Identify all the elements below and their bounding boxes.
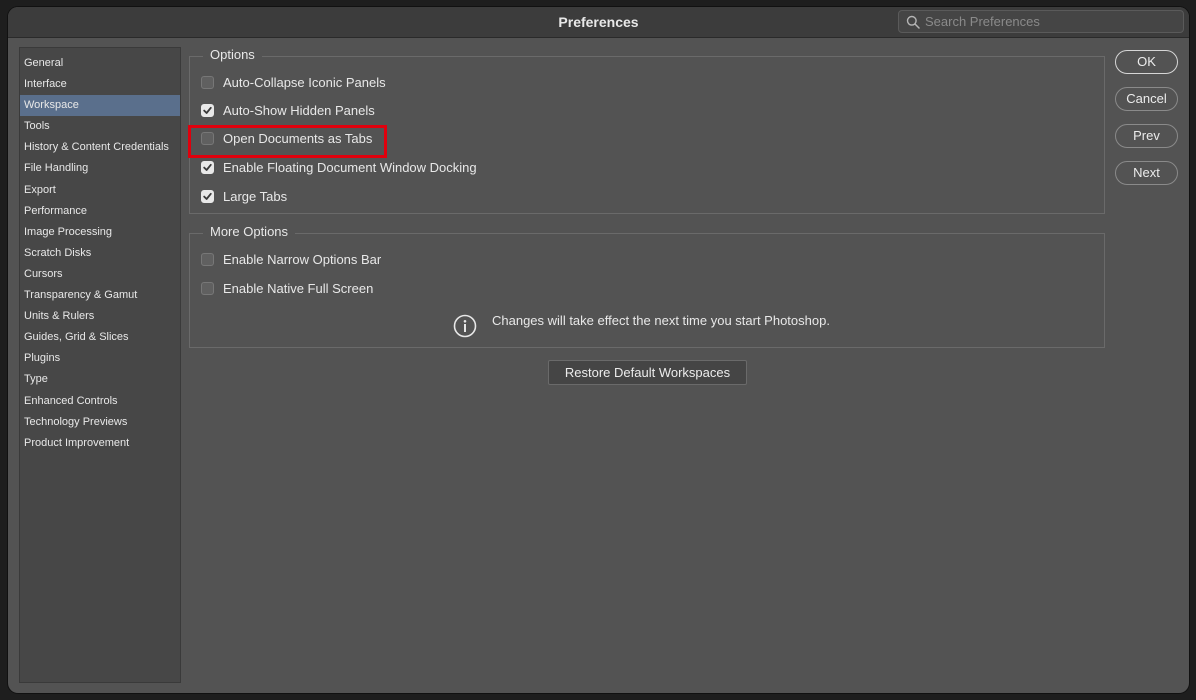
sidebar-item-image-processing[interactable]: Image Processing <box>20 222 180 243</box>
ok-button[interactable]: OK <box>1115 50 1178 74</box>
info-icon <box>453 314 477 338</box>
enable-native-full-screen-label: Enable Native Full Screen <box>223 281 374 296</box>
options-group: Options Auto-Collapse Iconic Panels Auto-… <box>189 47 1105 214</box>
sidebar-item-performance[interactable]: Performance <box>20 201 180 222</box>
sidebar-item-file-handling[interactable]: File Handling <box>20 158 180 179</box>
options-legend: Options <box>203 47 262 62</box>
enable-floating-document-window-docking-label: Enable Floating Document Window Docking <box>223 160 477 175</box>
enable-narrow-options-bar-checkbox[interactable] <box>201 253 214 266</box>
sidebar-item-history-content-credentials[interactable]: History & Content Credentials <box>20 137 180 158</box>
sidebar-item-units-rulers[interactable]: Units & Rulers <box>20 306 180 327</box>
sidebar-item-workspace[interactable]: Workspace <box>20 95 180 117</box>
sidebar-item-enhanced-controls[interactable]: Enhanced Controls <box>20 391 180 412</box>
sidebar-item-product-improvement[interactable]: Product Improvement <box>20 433 180 454</box>
sidebar-item-tools[interactable]: Tools <box>20 116 180 137</box>
checkmark-icon <box>203 192 212 200</box>
open-documents-as-tabs-checkbox[interactable] <box>201 132 214 145</box>
large-tabs-checkbox[interactable] <box>201 190 214 203</box>
more-options-group: More Options Enable Narrow Options Bar En… <box>189 224 1105 348</box>
enable-floating-document-window-docking-checkbox[interactable] <box>201 161 214 174</box>
info-message: Changes will take effect the next time y… <box>492 313 830 328</box>
sidebar-item-interface[interactable]: Interface <box>20 74 180 95</box>
preferences-sidebar: General Interface Workspace Tools History & … <box>19 47 181 683</box>
sidebar-item-export[interactable]: Export <box>20 180 180 201</box>
enable-native-full-screen-checkbox[interactable] <box>201 282 214 295</box>
title-bar: Preferences <box>8 7 1189 38</box>
sidebar-item-cursors[interactable]: Cursors <box>20 264 180 285</box>
search-input[interactable] <box>925 13 1175 30</box>
cancel-button[interactable]: Cancel <box>1115 87 1178 111</box>
sidebar-item-plugins[interactable]: Plugins <box>20 348 180 369</box>
enable-narrow-options-bar-label: Enable Narrow Options Bar <box>223 252 382 267</box>
sidebar-item-general[interactable]: General <box>20 53 180 74</box>
auto-show-hidden-panels-checkbox[interactable] <box>201 104 214 117</box>
sidebar-item-scratch-disks[interactable]: Scratch Disks <box>20 243 180 264</box>
auto-collapse-iconic-panels-checkbox[interactable] <box>201 76 214 89</box>
large-tabs-label: Large Tabs <box>223 189 288 204</box>
search-box[interactable] <box>898 10 1184 33</box>
auto-show-hidden-panels-label: Auto-Show Hidden Panels <box>223 103 375 118</box>
checkmark-icon <box>203 163 212 171</box>
sidebar-item-type[interactable]: Type <box>20 369 180 390</box>
checkmark-icon <box>203 106 212 114</box>
preferences-window: Preferences GeneralInterfaceWorkspaceToo… <box>8 7 1189 693</box>
more-options-legend: More Options <box>203 224 296 239</box>
open-documents-as-tabs-label: Open Documents as Tabs <box>223 131 373 146</box>
sidebar-item-technology-previews[interactable]: Technology Previews <box>20 412 180 433</box>
prev-button[interactable]: Prev <box>1115 124 1178 148</box>
search-icon <box>906 15 920 29</box>
restore-default-workspaces-button[interactable]: Restore Default Workspaces <box>548 360 747 385</box>
next-button[interactable]: Next <box>1115 161 1178 185</box>
auto-collapse-iconic-panels-label: Auto-Collapse Iconic Panels <box>223 75 386 90</box>
sidebar-list: General Interface Workspace Tools History & … <box>20 48 180 454</box>
sidebar-item-guides-grid-slices[interactable]: Guides, Grid & Slices <box>20 327 180 348</box>
sidebar-item-transparency-gamut[interactable]: Transparency & Gamut <box>20 285 180 306</box>
